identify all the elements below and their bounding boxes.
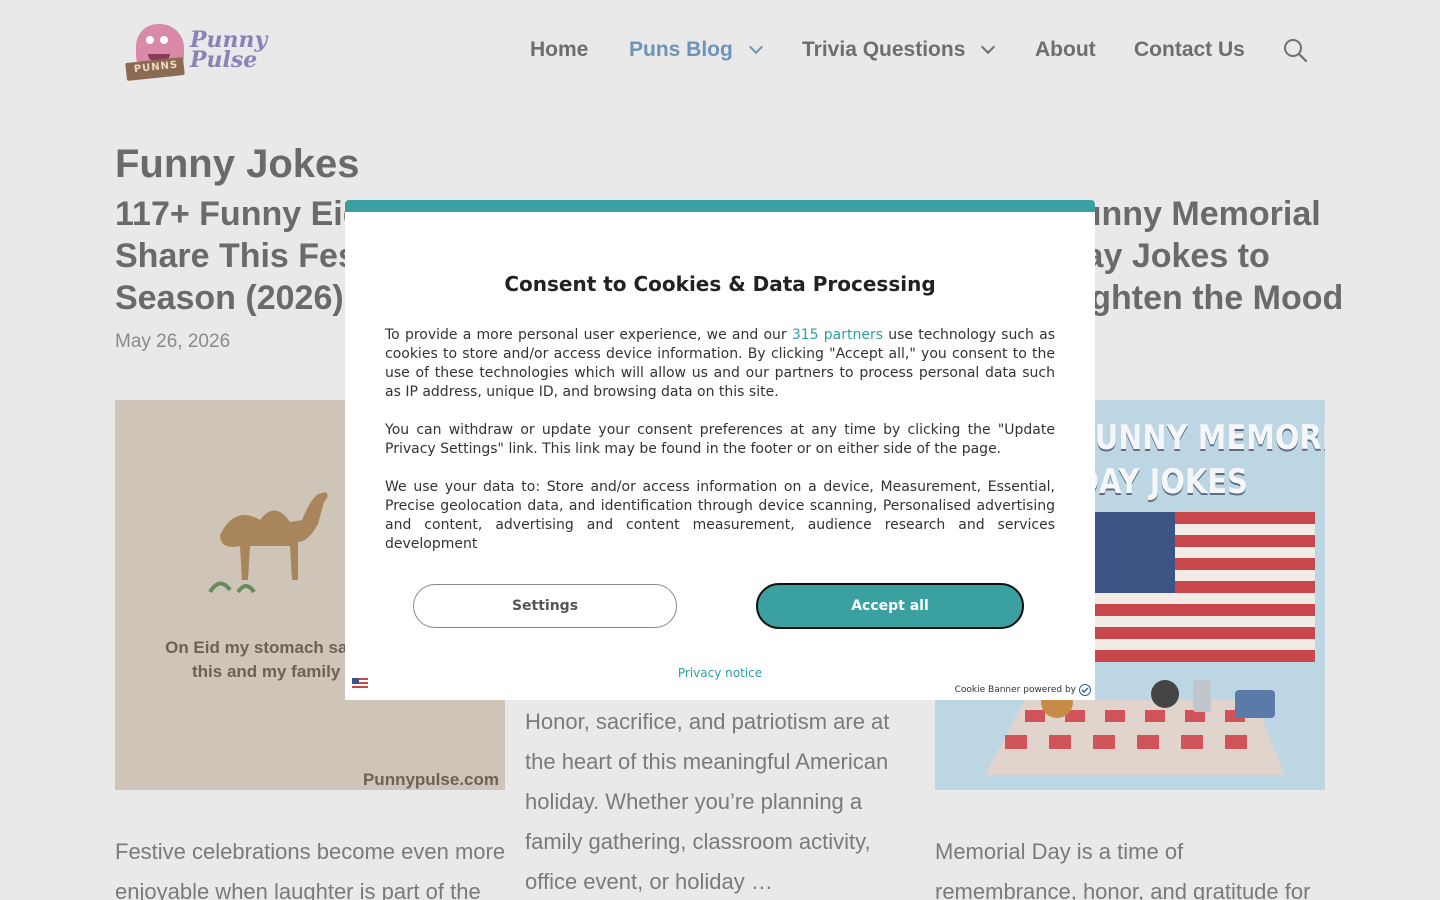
nav-item-trivia-questions[interactable]: Trivia Questions [802, 34, 996, 66]
post-excerpt: Memorial Day is a time of remembrance, h… [935, 839, 1311, 900]
chevron-down-icon[interactable] [981, 39, 996, 55]
settings-button[interactable]: Settings [413, 584, 677, 628]
partners-link[interactable]: 315 partners [792, 327, 883, 343]
powered-by: Cookie Banner powered by [955, 684, 1091, 696]
nav-label: About [1035, 38, 1096, 61]
nav-item-about[interactable]: About [1035, 34, 1096, 66]
search-icon[interactable] [1283, 38, 1307, 62]
nav-label: Home [530, 38, 589, 61]
image-headline-line-1: FUNNY MEMORIAL [1075, 418, 1325, 458]
logo-sign: PUNNS [125, 57, 185, 81]
site-header: PUNNS Punny Pulse Home Puns Blog Trivia … [0, 0, 1440, 100]
image-headline-line-2: DAY JOKES [1075, 462, 1248, 502]
site-logo[interactable]: PUNNS Punny Pulse [125, 20, 276, 86]
nav-item-home[interactable]: Home [530, 34, 588, 66]
chevron-down-icon[interactable] [748, 39, 763, 55]
powered-by-text: Cookie Banner powered by [954, 685, 1076, 695]
nav-item-contact-us[interactable]: Contact Us [1134, 34, 1245, 66]
consent-paragraph-withdraw: You can withdraw or update your consent … [385, 422, 1055, 457]
post-title[interactable]: Funny Memorial Day Jokes to Lighten the … [1060, 193, 1350, 319]
privacy-notice-link[interactable]: Privacy notice [345, 666, 1095, 680]
language-flag-icon[interactable] [352, 678, 368, 690]
accept-all-button[interactable]: Accept all [756, 583, 1024, 629]
logo-sign-text: PUNNS [133, 59, 179, 76]
american-flag-icon [1085, 512, 1315, 662]
consent-paragraph-intro: To provide a more personal user experien… [385, 326, 1055, 402]
post-date: May 26, 2026 [115, 331, 231, 352]
post-excerpt: Festive celebrations become even more en… [115, 839, 506, 900]
consent-paragraph-purposes: We use your data to: Store and/or access… [385, 479, 1055, 552]
consent-text: To provide a more personal user experien… [385, 327, 792, 343]
post-excerpt: Honor, sacrifice, and patriotism are at … [525, 709, 890, 894]
image-site-label: Punnypulse.com [362, 770, 499, 789]
nav-item-puns-blog[interactable]: Puns Blog [629, 34, 763, 66]
image-headline: FUNNY MEMORIAL DAY JOKES [1075, 416, 1325, 504]
archive-title: Funny Jokes [115, 142, 360, 186]
logo-text: Punny Pulse [190, 29, 267, 73]
camel-illustration-icon [208, 492, 328, 594]
dialog-title: Consent to Cookies & Data Processing [504, 272, 936, 296]
checkmark-badge-icon [1079, 684, 1091, 696]
nav-label: Trivia Questions [802, 38, 966, 61]
nav-label: Puns Blog [629, 38, 733, 61]
logo-line-2: Pulse [190, 47, 258, 73]
cookie-consent-dialog: Consent to Cookies & Data Processing To … [345, 200, 1095, 700]
nav-label: Contact Us [1134, 38, 1245, 61]
